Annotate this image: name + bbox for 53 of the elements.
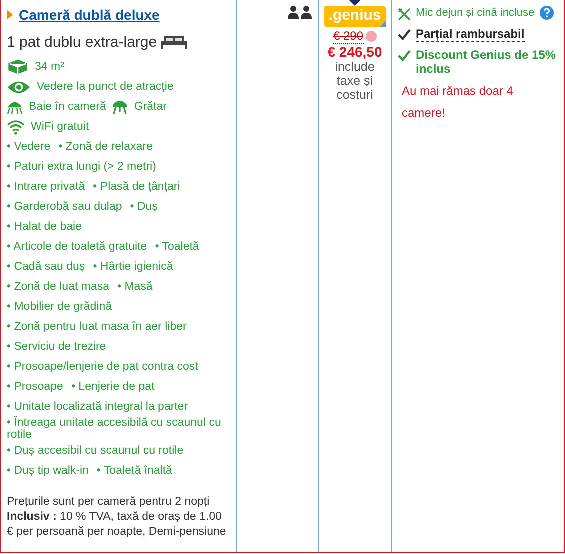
- caret-icon: [7, 10, 13, 20]
- facility: • Duș tip walk-in: [7, 465, 89, 477]
- facility: • Masă: [117, 281, 153, 293]
- cube-icon: [7, 59, 29, 75]
- facility: • Zonă de relaxare: [58, 141, 153, 153]
- original-price: € 290: [333, 29, 364, 44]
- check-icon: [398, 29, 411, 40]
- room-feature: Grătar: [134, 101, 167, 113]
- facility: • Zonă pentru luat masa în aer liber: [7, 321, 187, 333]
- bed-icon: [161, 36, 188, 49]
- facility: • Zonă de luat masa: [7, 281, 110, 293]
- eye-icon: [7, 80, 31, 94]
- price-note: Prețurile sunt per cameră pentru 2 nopți: [7, 495, 211, 510]
- facility: • Prosoape/lenjerie de pat contra cost: [7, 361, 198, 373]
- price-note: include taxe și costuri: [334, 60, 376, 102]
- two-persons-icon: [288, 6, 312, 19]
- facility: • Prosoape: [7, 381, 64, 393]
- facility: • Articole de toaletă gratuite: [7, 241, 148, 253]
- included-taxes: Inclusiv : 10 % TVA, taxă de oraș de 1.00 € per persoană per noapte, Demi-pensiune: [7, 510, 228, 540]
- facility: • Duș: [130, 201, 158, 213]
- bed-type: 1 pat dublu extra-large: [7, 34, 158, 51]
- facility: • Vedere: [7, 141, 51, 153]
- facility: • Garderobă sau dulap: [7, 201, 122, 213]
- facility: • Hârtie igienică: [93, 261, 174, 273]
- facility: • Paturi extra lungi (> 2 metri): [7, 161, 156, 173]
- discounted-price: € 246,50: [328, 44, 382, 60]
- facility: • Toaletă: [155, 241, 200, 253]
- refund-policy: Parțial rambursabil: [416, 27, 525, 42]
- facility: • Duș accesibil cu scaunul cu rotile: [7, 445, 184, 457]
- room-feature: 34 m²: [35, 61, 64, 73]
- facility: • Unitate localizată integral la parter: [7, 401, 188, 413]
- facility: • Halat de baie: [7, 221, 82, 233]
- check-icon: [398, 50, 411, 61]
- facility: • Serviciu de trezire: [7, 341, 106, 353]
- room-feature: Vedere la punct de atracție: [37, 81, 174, 93]
- facility: • Întreaga unitate accesibilă cu scaunul cu rotile: [7, 417, 222, 441]
- availability-warning: Au mai rămas doar 4 camere!: [401, 83, 514, 122]
- room-feature: Baie în cameră: [29, 101, 106, 113]
- wifi-icon: [7, 120, 25, 134]
- facility: • Plasă de țânțari: [93, 181, 180, 193]
- facility: • Cadă sau duș: [7, 261, 86, 273]
- room-name-link[interactable]: Cameră dublă deluxe: [19, 7, 160, 23]
- facility: • Intrare privată: [7, 181, 86, 193]
- room-feature: WiFi gratuit: [31, 121, 90, 133]
- discount-note: Discount Genius de 15% inclus: [416, 48, 558, 76]
- facility: • Lenjerie de pat: [71, 381, 155, 393]
- facility: • Toaletă înaltă: [97, 465, 172, 477]
- pointer-icon: [349, 0, 361, 6]
- grill-icon: [112, 99, 128, 115]
- genius-badge: .genius: [324, 6, 386, 27]
- facility: • Mobilier de grădină: [7, 301, 112, 313]
- meal-plan: Mic dejun și cină incluse: [416, 6, 535, 20]
- help-icon[interactable]: [540, 6, 554, 20]
